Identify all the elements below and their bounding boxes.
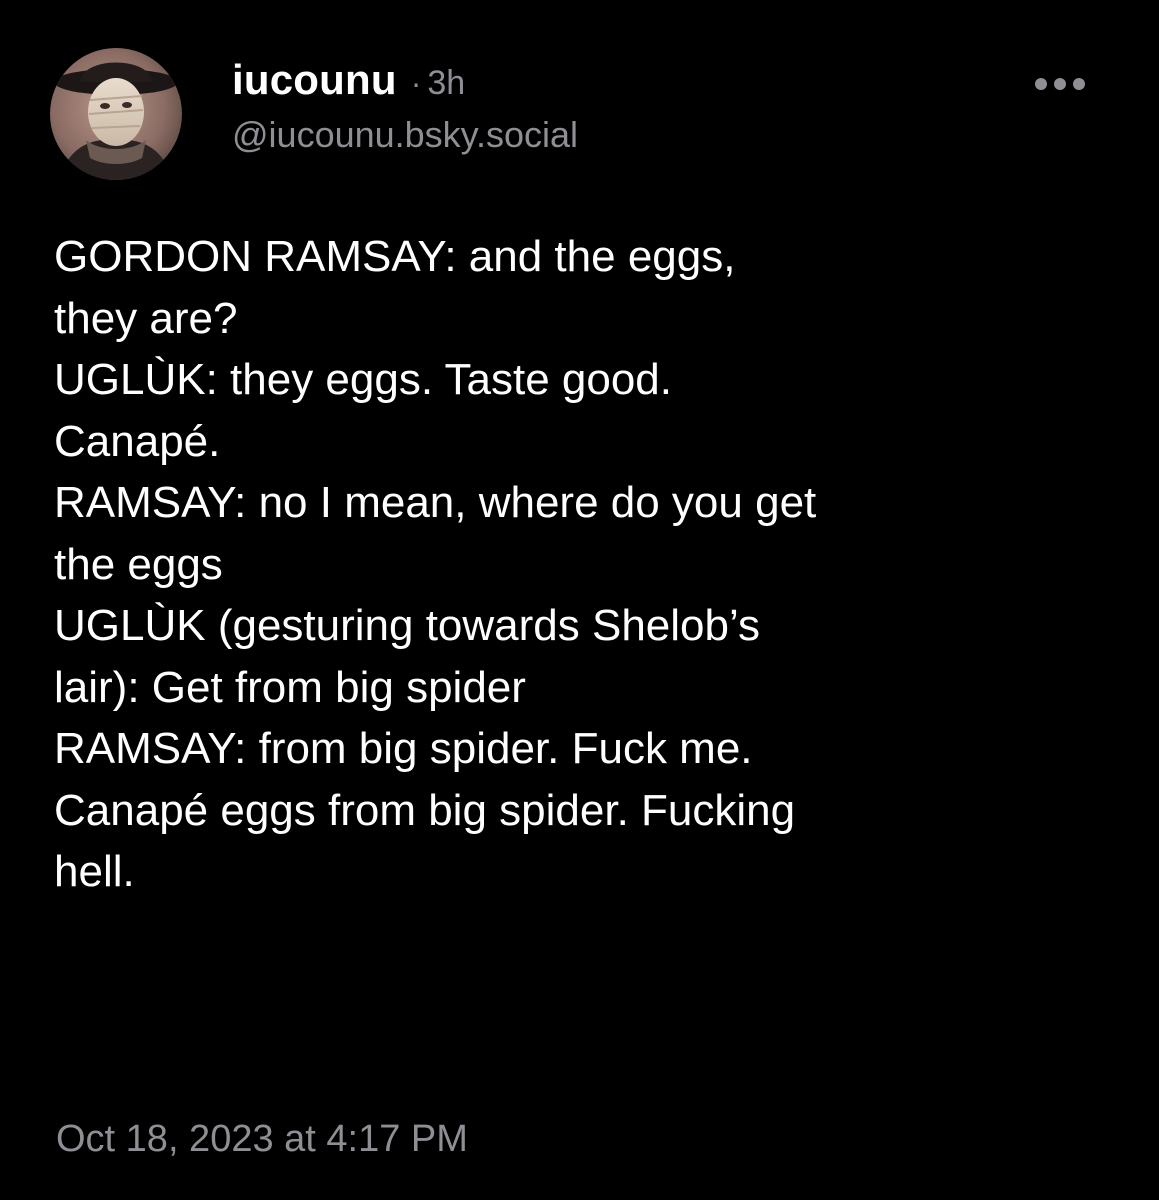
post-text-line: RAMSAY: no I mean, where do you get	[54, 478, 817, 527]
name-separator: ·	[410, 65, 422, 101]
post-text-line: GORDON RAMSAY: and the eggs,	[54, 232, 736, 281]
post-text-line: the eggs	[54, 539, 223, 589]
post-text-line: UGLÙK: they eggs. Taste good.	[54, 355, 672, 404]
more-options-icon	[1035, 78, 1085, 90]
post-text-line: lair): Get from big spider	[54, 662, 526, 712]
post-text-line: Canapé.	[54, 416, 221, 466]
post-text-line: RAMSAY: from big spider. Fuck me.	[54, 724, 753, 773]
post-header: iucounu · 3h @iucounu.bsky.social	[232, 56, 578, 156]
post-text-line: Canapé eggs from big spider. Fucking	[54, 785, 796, 835]
post-age: 3h	[427, 64, 466, 102]
post-timestamp: Oct 18, 2023 at 4:17 PM	[56, 1118, 468, 1160]
author-display-name[interactable]: iucounu	[232, 56, 397, 104]
avatar-masked-figure-icon	[50, 48, 182, 180]
more-options-button[interactable]	[1010, 62, 1110, 106]
author-handle[interactable]: @iucounu.bsky.social	[232, 114, 578, 156]
post: iucounu · 3h @iucounu.bsky.social GORDON…	[0, 0, 1159, 1200]
post-text-line: they are?	[54, 293, 238, 343]
post-text: GORDON RAMSAY: and the eggs, they are? U…	[54, 226, 1124, 903]
name-row: iucounu · 3h	[232, 56, 578, 104]
post-text-line: UGLÙK (gesturing towards Shelob’s	[54, 601, 760, 650]
post-text-line: hell.	[54, 847, 135, 896]
avatar[interactable]	[50, 48, 182, 180]
